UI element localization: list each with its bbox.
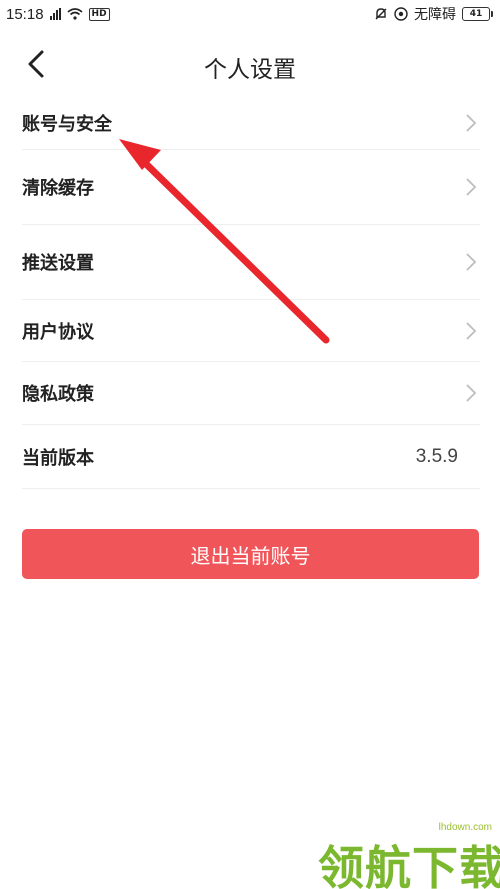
status-left: 15:18 HD	[6, 6, 110, 23]
status-right: 无障碍 41	[374, 4, 493, 24]
settings-menu: 账号与安全 清除缓存 推送设置 用户协议 隐私政策 当前版本 3.5.9	[22, 96, 480, 489]
menu-item-label: 隐私政策	[22, 384, 94, 405]
battery-icon: 41	[462, 7, 493, 21]
watermark-text: 领航下载	[318, 841, 500, 889]
status-bar: 15:18 HD 无障碍 41	[0, 0, 500, 28]
version-value: 3.5.9	[415, 445, 458, 467]
bell-muted-icon	[375, 8, 387, 20]
page-title: 个人设置	[204, 57, 296, 83]
menu-item-label: 账号与安全	[22, 113, 112, 135]
watermark: lhdown.com 领航下载	[318, 822, 500, 889]
chevron-right-icon	[466, 253, 477, 271]
menu-item-account-security[interactable]: 账号与安全	[22, 96, 480, 150]
status-time: 15:18	[6, 5, 44, 23]
menu-item-label: 当前版本	[22, 447, 94, 469]
chevron-right-icon	[466, 321, 477, 340]
menu-item-current-version: 当前版本 3.5.9	[22, 425, 480, 489]
menu-item-user-agreement[interactable]: 用户协议	[22, 300, 480, 362]
hd-badge: HD	[88, 7, 110, 21]
accessibility-label: 无障碍	[414, 7, 456, 23]
nav-bar: 个人设置	[0, 36, 500, 96]
logout-button[interactable]: 退出当前账号	[22, 529, 479, 579]
chevron-right-icon	[466, 384, 477, 402]
signal-icon	[49, 8, 61, 20]
wifi-icon	[67, 8, 83, 20]
chevron-right-icon	[466, 178, 477, 196]
menu-item-label: 推送设置	[22, 253, 94, 274]
menu-item-push-settings[interactable]: 推送设置	[22, 225, 480, 300]
menu-item-label: 用户协议	[22, 321, 94, 343]
menu-item-privacy-policy[interactable]: 隐私政策	[22, 362, 480, 425]
menu-item-clear-cache[interactable]: 清除缓存	[22, 150, 480, 225]
accessibility-icon	[394, 7, 408, 21]
menu-item-label: 清除缓存	[22, 178, 94, 199]
chevron-right-icon	[466, 113, 477, 132]
